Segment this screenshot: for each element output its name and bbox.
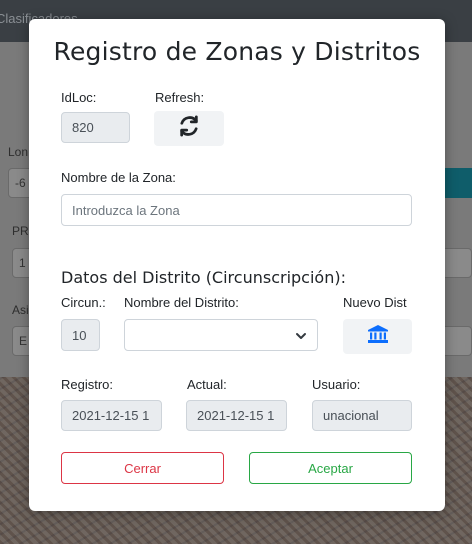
circun-field[interactable]: 10 — [61, 319, 100, 351]
background-label-asi: Asi — [12, 303, 29, 317]
idloc-field[interactable]: 820 — [61, 112, 130, 143]
aceptar-button[interactable]: Aceptar — [249, 452, 412, 484]
cerrar-button[interactable]: Cerrar — [61, 452, 224, 484]
zona-input[interactable]: Introduzca la Zona — [61, 194, 412, 226]
actual-label: Actual: — [187, 377, 227, 392]
nombre-distrito-label: Nombre del Distrito: — [124, 295, 239, 310]
sync-icon — [178, 115, 200, 142]
usuario-label: Usuario: — [312, 377, 361, 392]
idloc-label: IdLoc: — [61, 90, 97, 105]
registro-label: Registro: — [61, 377, 114, 392]
zona-label: Nombre de la Zona: — [61, 170, 176, 185]
circun-label: Circun.: — [61, 295, 106, 310]
nombre-distrito-select[interactable] — [124, 319, 318, 351]
nuevo-distrito-button[interactable] — [343, 319, 412, 354]
background-label-lon: Lon — [8, 145, 29, 159]
usuario-field[interactable]: unacional — [312, 400, 412, 431]
refresh-label: Refresh: — [155, 90, 205, 105]
distrito-section-title: Datos del Distrito (Circunscripción): — [61, 268, 346, 287]
nuevo-dist-label: Nuevo Dist — [343, 295, 407, 310]
registro-field[interactable]: 2021-12-15 1 — [61, 400, 162, 431]
bank-icon — [367, 324, 389, 349]
actual-field[interactable]: 2021-12-15 1 — [186, 400, 287, 431]
modal-title: Registro de Zonas y Distritos — [53, 37, 421, 66]
refresh-button[interactable] — [154, 111, 224, 146]
chevron-down-icon — [295, 330, 307, 345]
registro-zonas-modal: Registro de Zonas y Distritos IdLoc: 820… — [29, 19, 445, 511]
